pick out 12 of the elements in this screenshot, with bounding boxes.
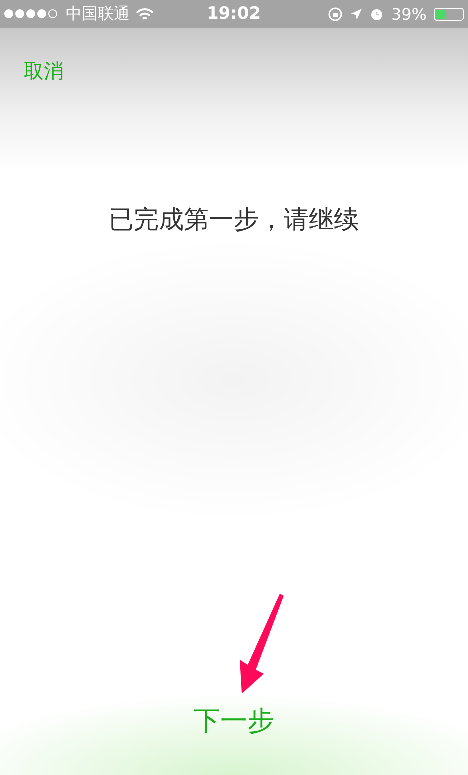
location-arrow-icon [350,8,364,20]
battery-percentage: 39% [391,4,427,24]
status-message: 已完成第一步，请继续 [108,204,360,236]
next-step-button[interactable]: 下一步 [194,703,274,739]
signal-icon [4,9,60,19]
alarm-clock-icon [370,7,384,21]
battery-icon [434,8,464,20]
wifi-icon [136,8,154,20]
status-time: 19:02 [206,4,262,24]
cancel-button[interactable]: 取消 [24,58,64,85]
carrier-name: 中国联通 [66,4,130,24]
rotation-lock-icon [328,6,344,22]
